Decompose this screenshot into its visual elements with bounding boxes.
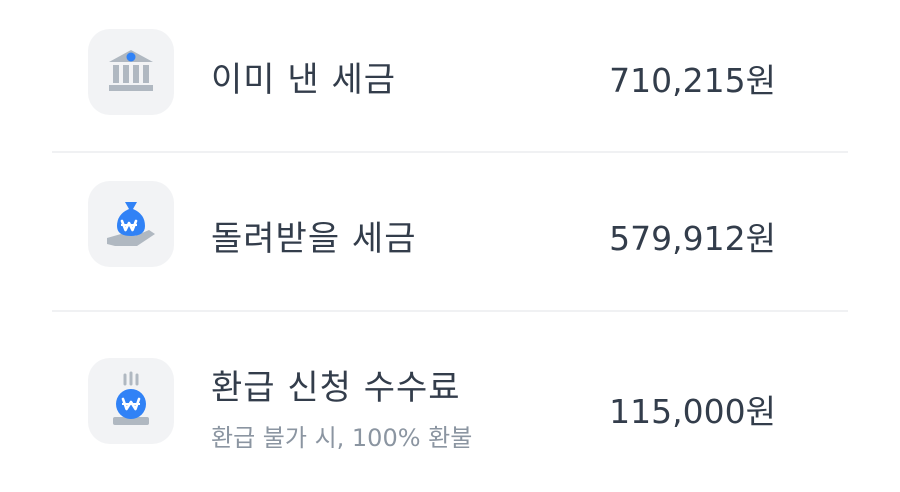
item-amount: 115,000원: [609, 392, 776, 431]
money-bag-hand-icon: [88, 181, 174, 267]
item-title: 이미 낸 세금: [211, 60, 397, 100]
item-title: 환급 신청 수수료: [211, 368, 461, 408]
list-item-paid-tax: 이미 낸 세금 710,215원: [0, 0, 900, 152]
item-amount: 579,912원: [609, 219, 776, 258]
bank-icon: [88, 29, 174, 115]
tax-summary-list: 이미 낸 세금 710,215원 돌려받을 세금 579,912원 환급 신청 …: [0, 0, 900, 492]
list-item-refund-fee: 환급 신청 수수료 환급 불가 시, 100% 환불 115,000원: [0, 312, 900, 492]
list-item-refund-tax: 돌려받을 세금 579,912원: [0, 152, 900, 312]
item-title: 돌려받을 세금: [211, 219, 417, 259]
item-subtitle: 환급 불가 시, 100% 환불: [211, 424, 473, 452]
hot-coin-icon: [88, 358, 174, 444]
item-amount: 710,215원: [609, 61, 776, 100]
